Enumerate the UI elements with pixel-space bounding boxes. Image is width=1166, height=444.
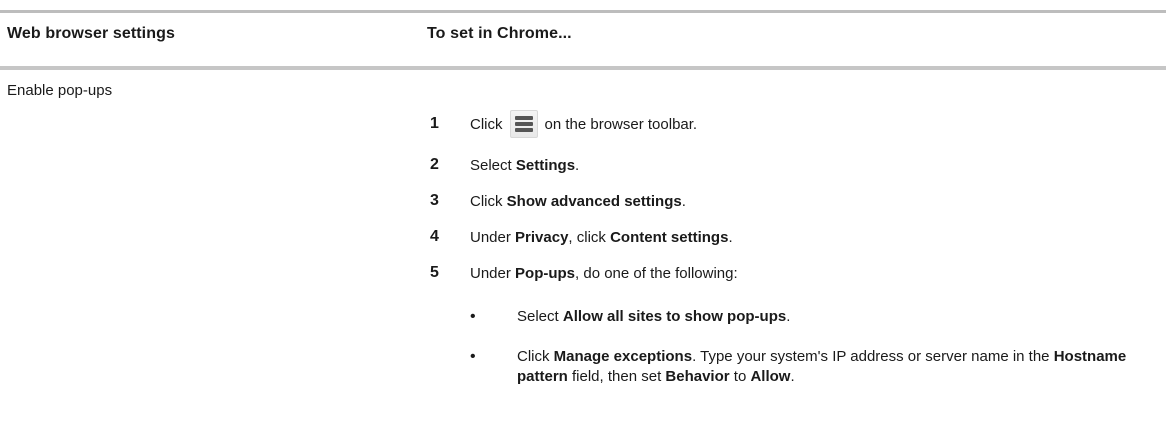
step-number: 4: [430, 228, 439, 245]
bullet-text-mid: to: [729, 368, 751, 385]
bullet-text-mid: . Type your system's IP address or serve…: [692, 348, 1054, 365]
step-text-post: .: [681, 192, 686, 210]
step-number: 3: [430, 192, 439, 209]
bullet-text: Select Allow all sites to show pop-ups.: [517, 307, 1137, 327]
bullet-text-post: .: [786, 308, 791, 325]
step-text-pre: Select: [470, 156, 516, 174]
bullet-bold-text: Behavior: [665, 368, 730, 385]
step-text-mid: , click: [568, 228, 611, 246]
step-bold-text: Pop-ups: [515, 264, 576, 282]
bullet-text-mid: field, then set: [567, 368, 666, 385]
bullet-dot: •: [470, 348, 476, 365]
table-top-rule: [0, 10, 1166, 13]
bullet-bold-text: Manage exceptions: [553, 348, 693, 365]
step-2: 2 Select Settings .: [430, 156, 579, 174]
step-text-post: .: [728, 228, 733, 246]
setting-name: Enable pop-ups: [7, 82, 113, 99]
step-number: 2: [430, 156, 439, 173]
bullet-dot: •: [470, 308, 476, 325]
step-bold-text: Settings: [515, 156, 576, 174]
step-bold-text: Show advanced settings: [506, 192, 682, 210]
step-1: 1 Click on the browser toolbar.: [430, 110, 697, 138]
step-bold-text: Privacy: [515, 228, 569, 246]
step-bold-text: Content settings: [610, 228, 729, 246]
column-header-web-browser-settings: Web browser settings: [7, 25, 175, 42]
step-text-post: , do one of the following:: [575, 264, 738, 282]
step-number: 5: [430, 264, 439, 281]
step-text-pre: Under: [470, 264, 516, 282]
step-text-pre: Click: [470, 192, 507, 210]
bullet-text-post: .: [790, 368, 795, 385]
bullet-text-pre: Select: [517, 308, 563, 325]
step-4: 4 Under Privacy , click Content settings…: [430, 228, 733, 246]
step-text-pre: Under: [470, 228, 516, 246]
step-text-post: on the browser toolbar.: [544, 115, 698, 133]
column-header-to-set-in-chrome: To set in Chrome...: [427, 25, 572, 42]
step-3: 3 Click Show advanced settings .: [430, 192, 686, 210]
menu-icon: [509, 110, 538, 138]
header-rule: [0, 66, 1166, 70]
bullet-bold-text: Allow: [750, 368, 791, 385]
step-number: 1: [430, 115, 439, 132]
step-text-pre: Click: [470, 115, 503, 133]
step-text-post: .: [575, 156, 580, 174]
bullet-text: Click Manage exceptions. Type your syste…: [517, 347, 1137, 387]
bullet-text-pre: Click: [517, 348, 554, 365]
bullet-bold-text: Allow all sites to show pop-ups: [562, 308, 787, 325]
step-5: 5 Under Pop-ups , do one of the followin…: [430, 264, 738, 282]
